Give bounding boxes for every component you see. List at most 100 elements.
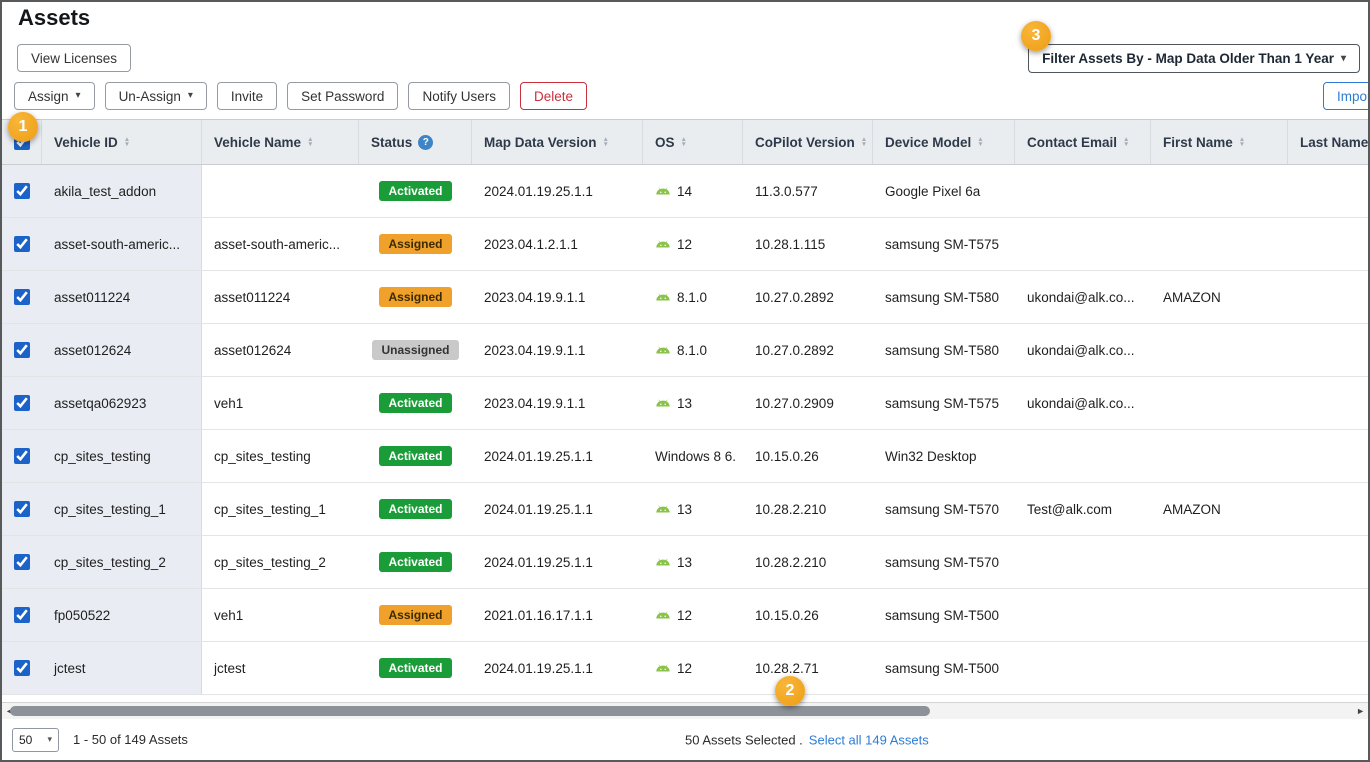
first-name-cell: AMAZON	[1151, 483, 1288, 535]
delete-button[interactable]: Delete	[520, 82, 587, 110]
status-badge: Activated	[379, 658, 451, 678]
status-badge: Activated	[379, 552, 451, 572]
last-name-cell	[1288, 218, 1370, 270]
last-name-cell	[1288, 483, 1370, 535]
last-name-cell	[1288, 165, 1370, 217]
vehicle-id-cell: cp_sites_testing	[42, 430, 202, 482]
row-select-cell	[2, 536, 42, 588]
copilot-version-cell: 10.28.2.71	[743, 642, 873, 694]
map-data-version-cell: 2024.01.19.25.1.1	[472, 483, 643, 535]
row-select-cell	[2, 377, 42, 429]
os-version-text: 13	[677, 502, 692, 517]
table-row: asset012624asset012624Unassigned2023.04.…	[2, 324, 1370, 377]
scrollbar-thumb[interactable]	[10, 706, 930, 716]
first-name-cell	[1151, 324, 1288, 376]
column-label: Status	[371, 135, 412, 150]
sort-icon[interactable]: ▲▼	[603, 137, 609, 148]
column-header-contact-email[interactable]: Contact Email ▲▼	[1015, 120, 1151, 164]
row-select-cell	[2, 642, 42, 694]
copilot-version-cell: 10.15.0.26	[743, 589, 873, 641]
table-body: akila_test_addonActivated2024.01.19.25.1…	[2, 165, 1370, 695]
sort-icon[interactable]: ▲▼	[977, 137, 983, 148]
row-select-cell	[2, 324, 42, 376]
sort-icon[interactable]: ▲▼	[1239, 137, 1245, 148]
row-checkbox[interactable]	[14, 607, 30, 623]
device-model-cell: samsung SM-T570	[873, 483, 1015, 535]
copilot-version-cell: 10.28.1.115	[743, 218, 873, 270]
row-select-cell	[2, 483, 42, 535]
sort-icon[interactable]: ▲▼	[1123, 137, 1129, 148]
set-password-button[interactable]: Set Password	[287, 82, 398, 110]
sort-icon[interactable]: ▲▼	[681, 137, 687, 148]
first-name-cell	[1151, 218, 1288, 270]
row-checkbox[interactable]	[14, 554, 30, 570]
android-icon	[655, 398, 671, 408]
row-checkbox[interactable]	[14, 501, 30, 517]
column-header-copilot-version[interactable]: CoPilot Version ▲▼	[743, 120, 873, 164]
status-cell: Unassigned	[359, 324, 472, 376]
scroll-right-icon[interactable]: ►	[1353, 703, 1368, 719]
filter-assets-button[interactable]: Filter Assets By - Map Data Older Than 1…	[1028, 44, 1360, 73]
invite-button[interactable]: Invite	[217, 82, 277, 110]
assign-label: Assign	[28, 89, 69, 104]
row-checkbox[interactable]	[14, 289, 30, 305]
os-version-text: 13	[677, 555, 692, 570]
contact-email-cell	[1015, 642, 1151, 694]
column-header-first-name[interactable]: First Name ▲▼	[1151, 120, 1288, 164]
device-model-cell: samsung SM-T575	[873, 218, 1015, 270]
copilot-version-cell: 10.27.0.2909	[743, 377, 873, 429]
page-title: Assets	[18, 5, 90, 31]
column-label: OS	[655, 135, 675, 150]
vehicle-name-cell: jctest	[202, 642, 359, 694]
column-header-os[interactable]: OS ▲▼	[643, 120, 743, 164]
notify-users-label: Notify Users	[422, 89, 496, 104]
column-header-device-model[interactable]: Device Model ▲▼	[873, 120, 1015, 164]
contact-email-cell: ukondai@alk.co...	[1015, 324, 1151, 376]
vehicle-id-cell: jctest	[42, 642, 202, 694]
help-icon[interactable]: ?	[418, 135, 433, 150]
unassign-button[interactable]: Un-Assign ▾	[105, 82, 207, 110]
annotation-badge-2: 2	[775, 676, 805, 706]
row-checkbox[interactable]	[14, 448, 30, 464]
first-name-cell	[1151, 430, 1288, 482]
horizontal-scrollbar[interactable]: ◄ ►	[2, 702, 1368, 720]
assign-button[interactable]: Assign ▾	[14, 82, 95, 110]
sort-icon[interactable]: ▲▼	[124, 137, 130, 148]
column-label: Device Model	[885, 135, 971, 150]
vehicle-name-cell: asset012624	[202, 324, 359, 376]
invite-label: Invite	[231, 89, 263, 104]
vehicle-name-cell: cp_sites_testing_2	[202, 536, 359, 588]
table-row: fp050522veh1Assigned2021.01.16.17.1.1121…	[2, 589, 1370, 642]
sort-icon[interactable]: ▲▼	[861, 137, 867, 148]
select-all-link[interactable]: Select all 149 Assets	[809, 732, 929, 747]
chevron-down-icon: ▾	[76, 91, 81, 101]
column-header-last-name[interactable]: Last Name ▲▼	[1288, 120, 1370, 164]
sort-icon[interactable]: ▲▼	[307, 137, 313, 148]
os-version-text: Windows 8 6.	[655, 449, 736, 464]
notify-users-button[interactable]: Notify Users	[408, 82, 510, 110]
row-checkbox[interactable]	[14, 395, 30, 411]
column-label: Vehicle ID	[54, 135, 118, 150]
row-checkbox[interactable]	[14, 660, 30, 676]
column-header-status[interactable]: Status ?	[359, 120, 472, 164]
android-icon	[655, 504, 671, 514]
contact-email-cell: ukondai@alk.co...	[1015, 271, 1151, 323]
first-name-cell: AMAZON	[1151, 271, 1288, 323]
row-checkbox[interactable]	[14, 236, 30, 252]
copilot-version-cell: 10.15.0.26	[743, 430, 873, 482]
android-icon	[655, 186, 671, 196]
map-data-version-cell: 2024.01.19.25.1.1	[472, 165, 643, 217]
column-header-map-data-version[interactable]: Map Data Version ▲▼	[472, 120, 643, 164]
column-header-vehicle-name[interactable]: Vehicle Name ▲▼	[202, 120, 359, 164]
os-cell: 12	[643, 642, 743, 694]
contact-email-cell	[1015, 218, 1151, 270]
view-licenses-button[interactable]: View Licenses	[17, 44, 131, 72]
page-size-select[interactable]: 50 ▾	[12, 728, 59, 752]
row-checkbox[interactable]	[14, 342, 30, 358]
row-checkbox[interactable]	[14, 183, 30, 199]
import-button[interactable]: Import	[1323, 82, 1370, 110]
android-icon	[655, 292, 671, 302]
column-label: Contact Email	[1027, 135, 1117, 150]
column-header-vehicle-id[interactable]: Vehicle ID ▲▼	[42, 120, 202, 164]
pagination-range-text: 1 - 50 of 149 Assets	[73, 732, 188, 747]
